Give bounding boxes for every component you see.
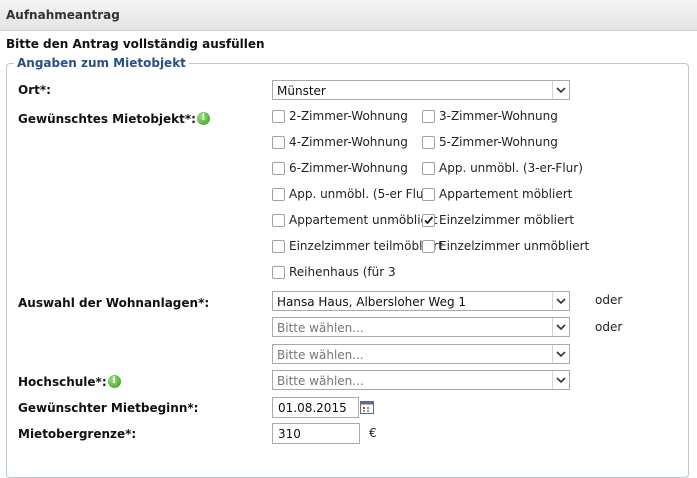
window-header: Aufnahmeantrag — [0, 0, 697, 31]
checkbox-label: Einzelzimmer teilmöbliert — [289, 239, 443, 253]
checkbox[interactable] — [422, 136, 435, 149]
wohnanlage-1-value: Hansa Haus, Albersloher Weg 1 — [277, 295, 467, 309]
currency-unit: € — [369, 426, 377, 440]
mietobergrenze-value: 310 — [278, 427, 301, 441]
mietbeginn-input[interactable]: 01.08.2015 — [272, 397, 359, 418]
window-title: Aufnahmeantrag — [6, 8, 120, 22]
hochschule-label-text: Hochschule*: — [18, 375, 107, 389]
oder-label-2: oder — [595, 320, 623, 334]
checkbox-label: 4-Zimmer-Wohnung — [289, 135, 408, 149]
oder-label-1: oder — [595, 293, 623, 307]
chevron-down-icon[interactable] — [552, 318, 569, 336]
ort-label: Ort*: — [18, 83, 51, 97]
checkbox-label: 5-Zimmer-Wohnung — [439, 135, 558, 149]
checkbox[interactable] — [272, 110, 285, 123]
checkbox[interactable] — [422, 188, 435, 201]
intro-text: Bitte den Antrag vollständig ausfüllen — [6, 37, 265, 51]
ort-select[interactable]: Münster — [272, 80, 570, 100]
mietbeginn-label: Gewünschter Mietbeginn*: — [18, 401, 199, 415]
checkbox-label: Appartement unmöbliert — [289, 213, 438, 227]
checkbox[interactable] — [272, 136, 285, 149]
checkbox[interactable] — [422, 110, 435, 123]
hochschule-label: Hochschule*: i — [18, 375, 121, 389]
checkbox[interactable] — [272, 240, 285, 253]
checkbox-label: 3-Zimmer-Wohnung — [439, 109, 558, 123]
checkbox-label: Reihenhaus (für 3 — [289, 265, 396, 279]
wohnanlage-select-2[interactable]: Bitte wählen... — [272, 317, 570, 337]
checkbox-label: Einzelzimmer unmöbliert — [439, 239, 590, 253]
info-icon[interactable]: i — [196, 112, 210, 125]
checkbox-label: App. unmöbl. (5-er Flur) — [289, 187, 434, 201]
mietobjekt-label-text: Gewünschtes Mietobjekt*: — [18, 112, 196, 126]
ort-value: Münster — [277, 84, 326, 98]
checkbox-label: 6-Zimmer-Wohnung — [289, 161, 408, 175]
wohnanlagen-label: Auswahl der Wohnanlagen*: — [18, 296, 210, 310]
checkbox-label: Appartement möbliert — [439, 187, 573, 201]
checkbox-label: App. unmöbl. (3-er-Flur) — [439, 161, 583, 175]
checkmark-icon — [424, 216, 434, 225]
wohnanlage-select-3[interactable]: Bitte wählen... — [272, 344, 570, 364]
mietobjekt-label: Gewünschtes Mietobjekt*: i — [18, 112, 210, 126]
checkbox[interactable] — [272, 214, 285, 227]
checkbox[interactable] — [272, 266, 285, 279]
mietobergrenze-label: Mietobergrenze*: — [18, 427, 137, 441]
checkbox-label: Einzelzimmer möbliert — [439, 213, 575, 227]
chevron-down-icon[interactable] — [552, 292, 569, 310]
info-icon[interactable]: i — [107, 375, 121, 388]
checkbox[interactable] — [272, 162, 285, 175]
hochschule-value: Bitte wählen... — [277, 374, 364, 388]
wohnanlage-3-value: Bitte wählen... — [277, 348, 364, 362]
mietobergrenze-input[interactable]: 310 — [272, 423, 360, 444]
checkbox[interactable] — [422, 240, 435, 253]
checkbox[interactable] — [272, 188, 285, 201]
checkbox[interactable] — [422, 162, 435, 175]
calendar-icon[interactable] — [360, 400, 374, 414]
chevron-down-icon[interactable] — [552, 345, 569, 363]
chevron-down-icon[interactable] — [552, 371, 569, 389]
wohnanlage-select-1[interactable]: Hansa Haus, Albersloher Weg 1 — [272, 291, 570, 311]
hochschule-select[interactable]: Bitte wählen... — [272, 370, 570, 390]
wohnanlage-2-value: Bitte wählen... — [277, 321, 364, 335]
mietbeginn-value: 01.08.2015 — [278, 401, 347, 415]
section-legend: Angaben zum Mietobjekt — [17, 56, 186, 70]
checkbox[interactable] — [422, 214, 435, 227]
chevron-down-icon[interactable] — [552, 81, 569, 99]
checkbox-label: 2-Zimmer-Wohnung — [289, 109, 408, 123]
